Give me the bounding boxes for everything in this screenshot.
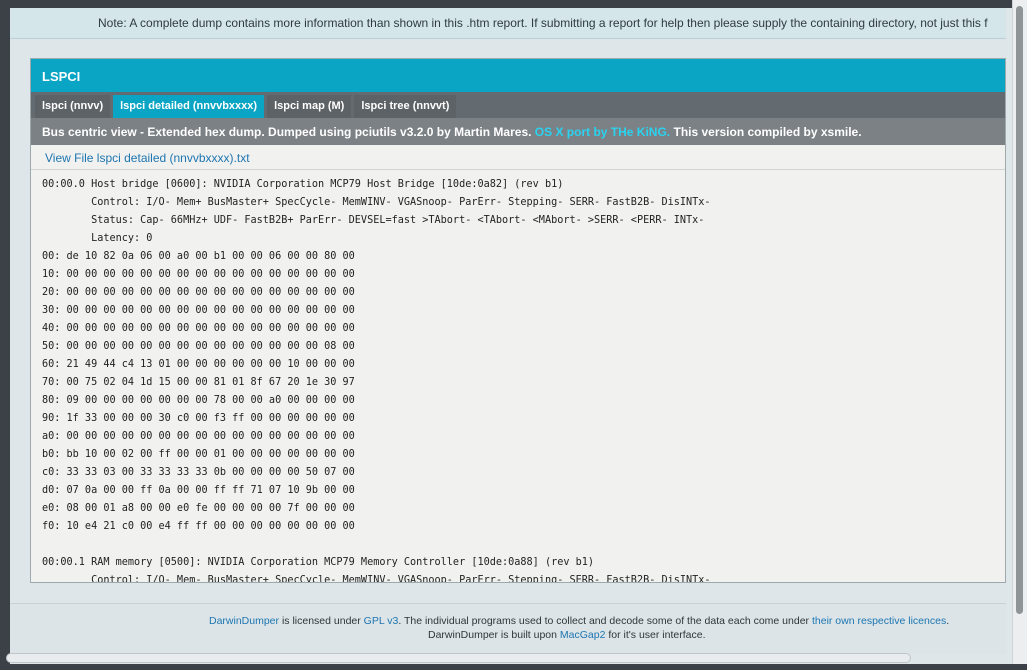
description-credit: OS X port by THe KiNG. — [534, 125, 671, 139]
dump-line: Status: Cap- 66MHz+ UDF- FastB2B+ ParErr… — [42, 215, 705, 226]
dump-line: 90: 1f 33 00 00 00 30 c0 00 f3 ff 00 00 … — [42, 413, 355, 424]
footer-text: . The individual programs used to collec… — [398, 615, 812, 627]
dump-line: Control: I/O- Mem- BusMaster+ SpecCycle-… — [42, 575, 711, 583]
dump-line: a0: 00 00 00 00 00 00 00 00 00 00 00 00 … — [42, 431, 355, 442]
window-top-edge — [0, 0, 1027, 8]
dump-line — [42, 536, 1005, 554]
dump-line: 40: 00 00 00 00 00 00 00 00 00 00 00 00 … — [42, 323, 355, 334]
dump-line: 00: de 10 82 0a 06 00 a0 00 b1 00 00 06 … — [42, 251, 355, 262]
dump-line: 00:00.0 Host bridge [0600]: NVIDIA Corpo… — [42, 179, 564, 190]
dump-line: Control: I/O- Mem+ BusMaster+ SpecCycle-… — [42, 197, 711, 208]
lspci-panel: LSPCI lspci (nnvv) lspci detailed (nnvvb… — [30, 58, 1006, 583]
dump-line: 00:00.1 RAM memory [0500]: NVIDIA Corpor… — [42, 557, 595, 568]
dump-line: f0: 10 e4 21 c0 00 e4 ff ff 00 00 00 00 … — [42, 521, 355, 532]
view-file-row: View File lspci detailed (nnvvbxxxx).txt — [31, 145, 1005, 170]
note-text: Note: A complete dump contains more info… — [98, 16, 988, 30]
dump-line: c0: 33 33 03 00 33 33 33 33 0b 00 00 00 … — [42, 467, 355, 478]
vertical-scrollbar-thumb[interactable] — [1016, 6, 1023, 614]
description-text: Bus centric view - Extended hex dump. Du… — [42, 125, 535, 139]
horizontal-scrollbar[interactable] — [6, 653, 911, 663]
dump-line: 50: 00 00 00 00 00 00 00 00 00 00 00 00 … — [42, 341, 355, 352]
description-bar: Bus centric view - Extended hex dump. Du… — [31, 118, 1005, 145]
panel-title: LSPCI — [31, 59, 1005, 92]
footer-gpl-link[interactable]: GPL v3 — [364, 615, 399, 627]
footer-darwindumper-link[interactable]: DarwinDumper — [209, 615, 279, 627]
footer-macgap-link[interactable]: MacGap2 — [560, 629, 606, 641]
dump-line: d0: 07 0a 00 00 ff 0a 00 00 ff ff 71 07 … — [42, 485, 355, 496]
footer-license-line: DarwinDumper is licensed under GPL v3. T… — [209, 615, 949, 627]
description-text-end: This version compiled by xsmile. — [670, 125, 862, 139]
vertical-scrollbar[interactable] — [1012, 0, 1027, 670]
footer-text: for it's user interface. — [605, 629, 706, 641]
dump-line: 30: 00 00 00 00 00 00 00 00 00 00 00 00 … — [42, 305, 355, 316]
dump-line: b0: bb 10 00 02 00 ff 00 00 01 00 00 00 … — [42, 449, 355, 460]
dump-line: 10: 00 00 00 00 00 00 00 00 00 00 00 00 … — [42, 269, 355, 280]
dump-line: e0: 08 00 01 a8 00 00 e0 fe 00 00 00 00 … — [42, 503, 355, 514]
tab-lspci-detailed[interactable]: lspci detailed (nnvvbxxxx) — [113, 95, 265, 118]
dump-line: 80: 09 00 00 00 00 00 00 00 78 00 00 a0 … — [42, 395, 355, 406]
tab-lspci-map[interactable]: lspci map (M) — [267, 95, 352, 118]
tab-bar: lspci (nnvv) lspci detailed (nnvvbxxxx) … — [31, 92, 1005, 118]
tab-lspci-tree[interactable]: lspci tree (nnvvt) — [354, 95, 457, 118]
footer-text: DarwinDumper is built upon — [428, 629, 560, 641]
view-file-link[interactable]: View File lspci detailed (nnvvbxxxx).txt — [45, 151, 250, 165]
window-left-edge — [0, 0, 10, 670]
dump-line: 70: 00 75 02 04 1d 15 00 00 81 01 8f 67 … — [42, 377, 355, 388]
dump-line: 20: 00 00 00 00 00 00 00 00 00 00 00 00 … — [42, 287, 355, 298]
tab-lspci-nnvv[interactable]: lspci (nnvv) — [35, 95, 111, 118]
note-bar: Note: A complete dump contains more info… — [10, 8, 1006, 39]
window-bottom-edge — [0, 664, 1027, 670]
footer-built-line: DarwinDumper is built upon MacGap2 for i… — [428, 629, 705, 641]
footer-text: . — [946, 615, 950, 627]
footer: DarwinDumper is licensed under GPL v3. T… — [10, 604, 1006, 654]
footer-licences-link[interactable]: their own respective licences — [812, 615, 946, 627]
dump-line: Latency: 0 — [42, 233, 153, 244]
footer-text: is licensed under — [279, 615, 364, 627]
dump-line: 60: 21 49 44 c4 13 01 00 00 00 00 00 00 … — [42, 359, 355, 370]
hex-dump: 00:00.0 Host bridge [0600]: NVIDIA Corpo… — [31, 170, 1005, 583]
